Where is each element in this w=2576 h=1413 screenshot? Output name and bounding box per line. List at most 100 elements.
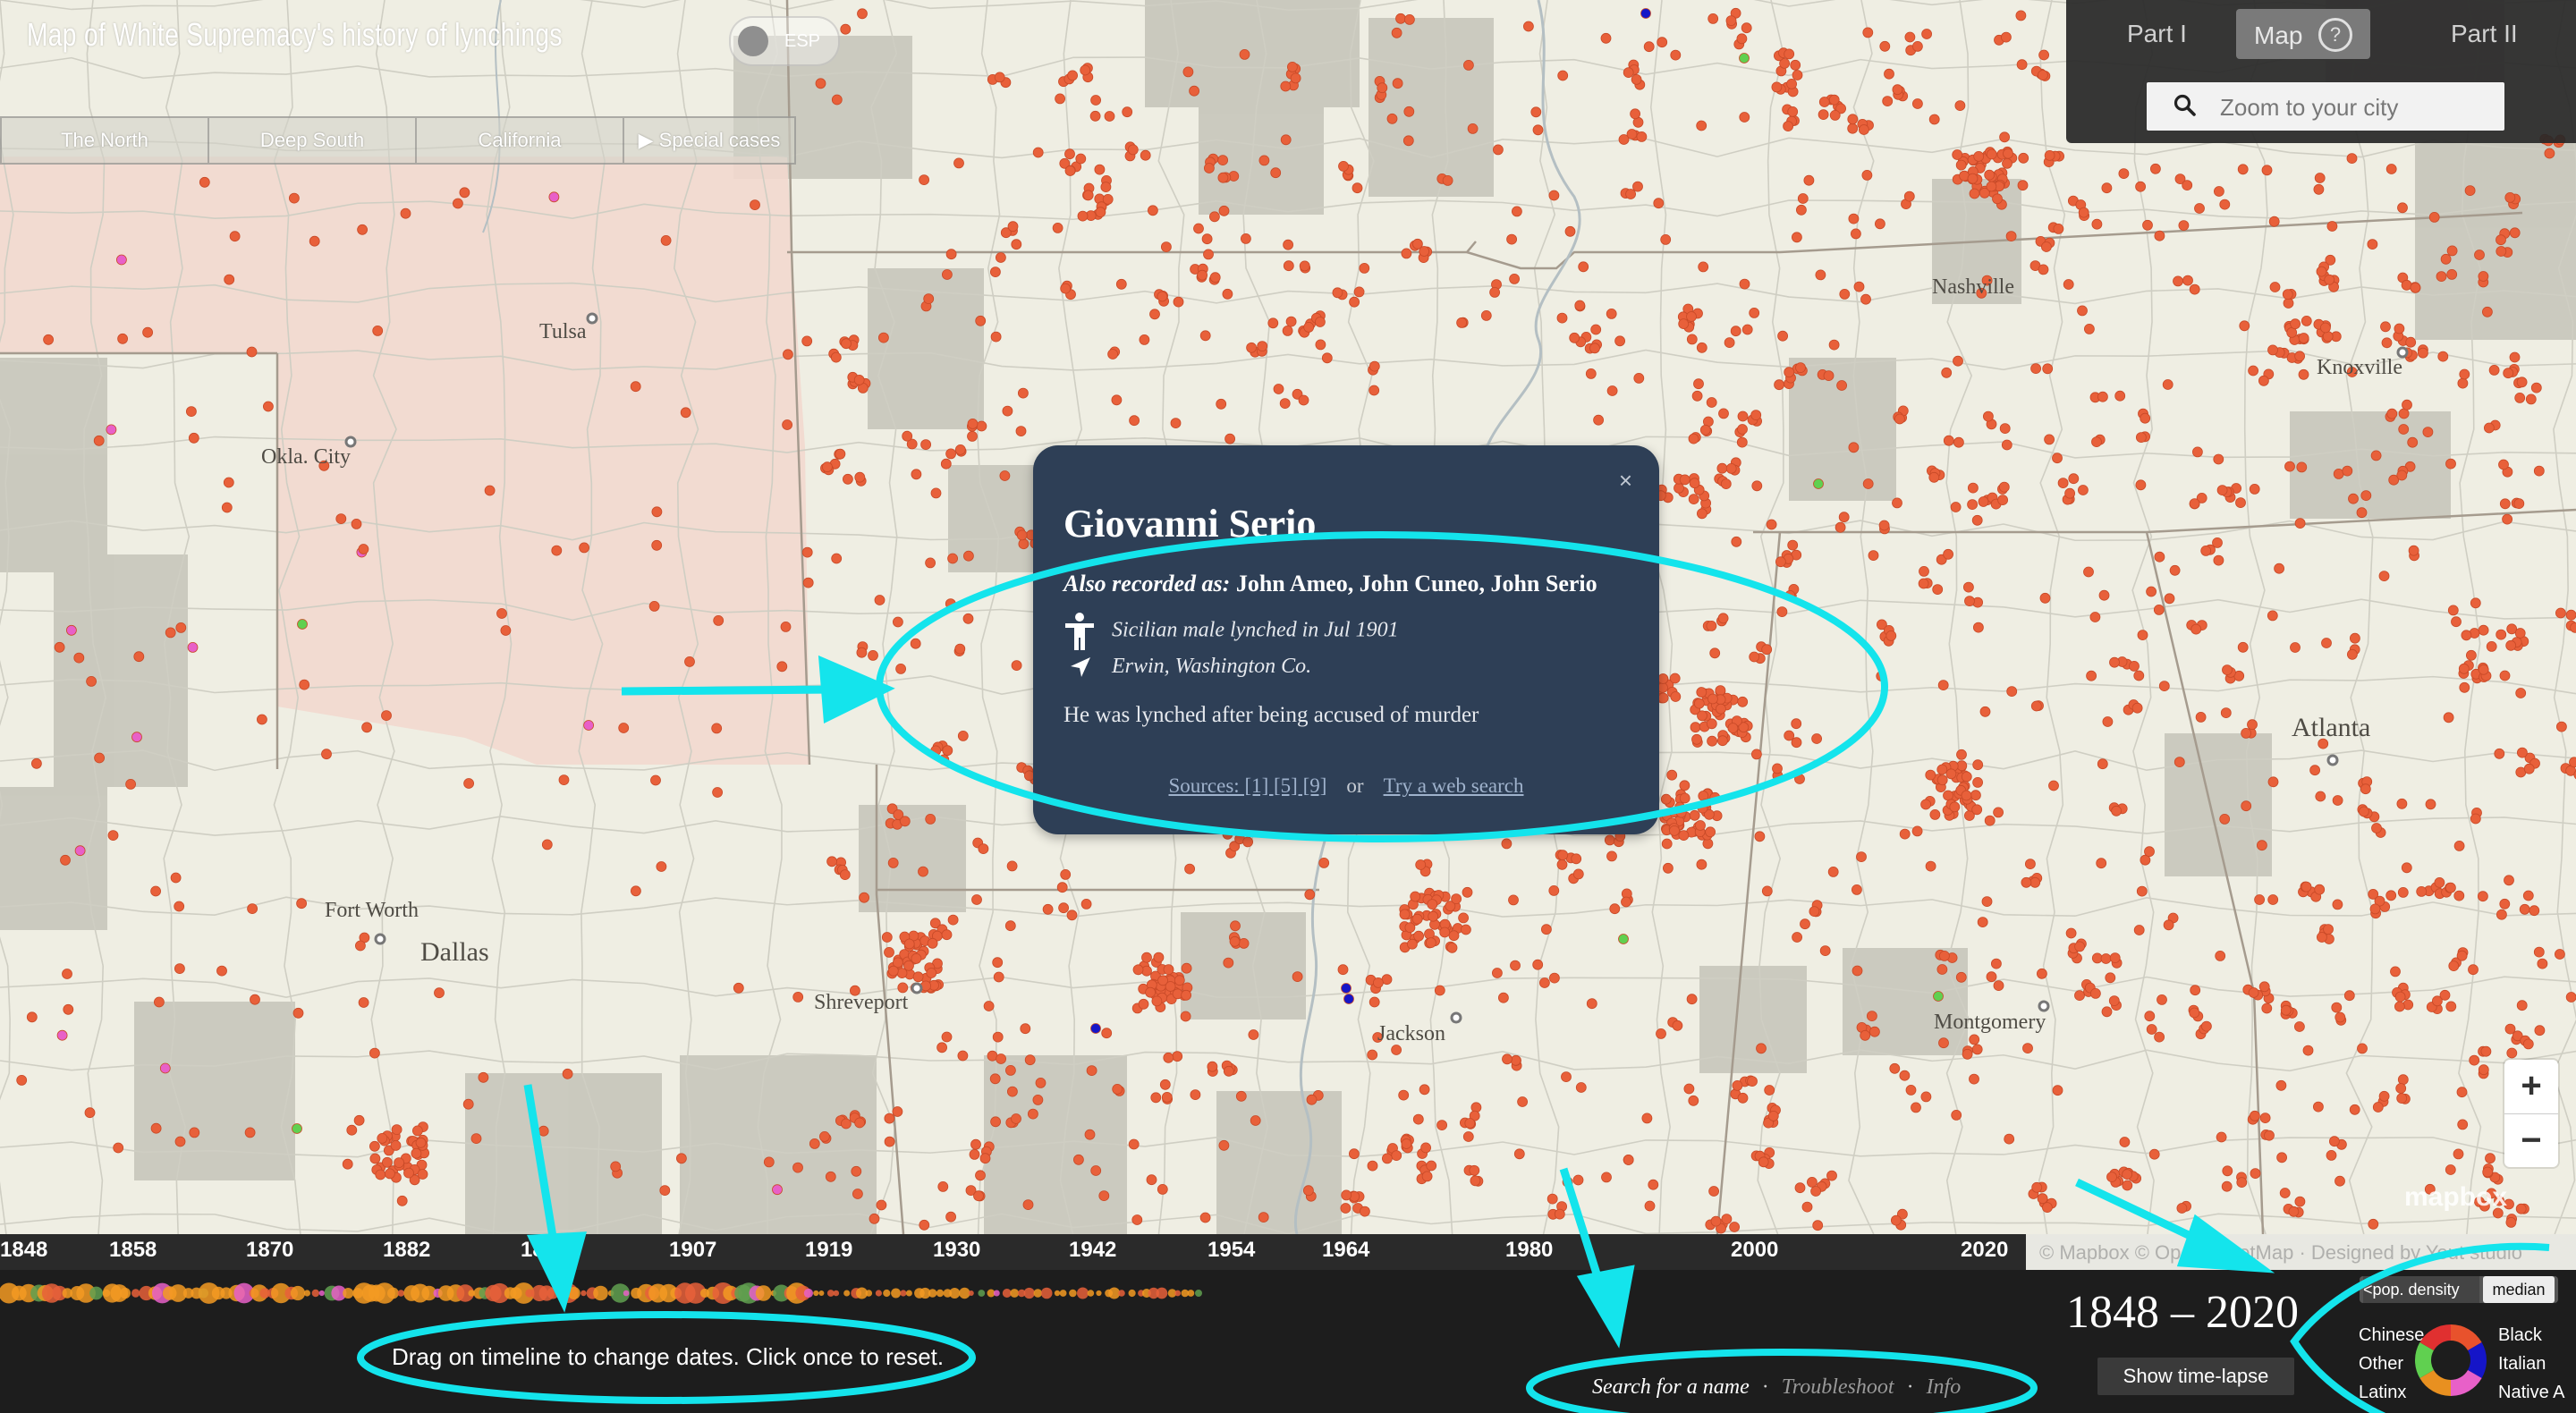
timeline-dot xyxy=(580,1290,587,1297)
separator: · xyxy=(1906,1375,1914,1399)
timeline-histogram[interactable] xyxy=(0,1272,2026,1316)
timeline-dot xyxy=(813,1290,819,1297)
timeline-year: 1870 xyxy=(246,1238,294,1262)
location-arrow-icon xyxy=(1071,657,1090,678)
also-recorded-as: Also recorded as: John Ameo, John Cuneo,… xyxy=(1063,571,1597,597)
timeline-dot xyxy=(891,1288,902,1299)
city-label-jackson: Jackson xyxy=(1377,1022,1445,1045)
timeline-dot xyxy=(936,1289,945,1298)
timeline-dot xyxy=(290,1285,306,1301)
map-attribution[interactable]: © Mapbox © OpenStreetMap · Designed by Y… xyxy=(2039,1241,2522,1265)
city-label-dallas: Dallas xyxy=(420,937,489,967)
timeline-dot xyxy=(1077,1287,1089,1299)
close-icon[interactable]: × xyxy=(1619,467,1632,495)
zoom-control: + − xyxy=(2504,1060,2558,1167)
timeline-year: 1848 xyxy=(0,1238,48,1262)
timeline-dot xyxy=(1023,1287,1035,1299)
victim-info-row: Sicilian male lynched in Jul 1901 xyxy=(1063,612,1399,651)
help-icon[interactable]: ? xyxy=(2318,18,2352,52)
timeline-dot xyxy=(843,1290,851,1297)
troubleshoot-link[interactable]: Troubleshoot xyxy=(1782,1375,1894,1399)
timeline-dot xyxy=(875,1290,883,1297)
nav-part-1-button[interactable]: Part I xyxy=(2127,20,2187,48)
timeline-dot xyxy=(311,1289,319,1298)
timeline-dot xyxy=(131,1289,140,1298)
timeline-dot xyxy=(1174,1290,1182,1297)
tab-special-cases[interactable]: ▶ Special cases xyxy=(624,118,794,163)
web-search-link[interactable]: Try a web search xyxy=(1384,774,1524,797)
timeline-dot xyxy=(993,1290,1000,1297)
city-label-atlanta: Atlanta xyxy=(2292,713,2371,742)
legend-italian: Italian xyxy=(2498,1354,2546,1374)
population-density-toggle[interactable]: <pop. density median xyxy=(2360,1276,2558,1303)
city-label-knoxville: Knoxville xyxy=(2317,356,2402,379)
victim-name: Giovanni Serio xyxy=(1063,502,1317,546)
timeline-year: 1942 xyxy=(1069,1238,1117,1262)
timeline-dot xyxy=(1096,1290,1102,1297)
sources-link[interactable]: Sources: [1] [5] [9] xyxy=(1168,774,1326,797)
city-label-tulsa: Tulsa xyxy=(539,320,587,343)
timeline-dot xyxy=(387,1287,399,1299)
timeline-dot xyxy=(755,1285,772,1301)
city-label-shreveport: Shreveport xyxy=(814,991,909,1014)
timeline-dot xyxy=(1195,1290,1202,1297)
timeline-dot xyxy=(1069,1289,1077,1298)
median-option[interactable]: median xyxy=(2483,1276,2555,1303)
nav-map-button[interactable]: Map ? xyxy=(2236,9,2370,59)
show-timelapse-button[interactable]: Show time-lapse xyxy=(2097,1358,2294,1395)
timeline-dot xyxy=(1054,1290,1061,1297)
timeline-year: 2000 xyxy=(1731,1238,1779,1262)
date-range: 1848 – 2020 xyxy=(2066,1287,2299,1338)
timeline-dot xyxy=(1040,1287,1053,1299)
info-link[interactable]: Info xyxy=(1927,1375,1962,1399)
mapbox-logo[interactable]: mapbox xyxy=(2404,1182,2507,1213)
timeline-dot xyxy=(303,1290,310,1297)
timeline-dot xyxy=(89,1286,103,1300)
timeline-hint: Drag on timeline to change dates. Click … xyxy=(392,1343,945,1370)
timeline-year: 1858 xyxy=(109,1238,157,1262)
city-label-fort-worth: Fort Worth xyxy=(325,899,419,922)
timeline-dot xyxy=(397,1290,405,1297)
timeline-year: 1980 xyxy=(1505,1238,1554,1262)
language-toggle[interactable]: ESP xyxy=(729,16,840,66)
timeline-dot xyxy=(803,1288,814,1299)
victim-popup: × Giovanni Serio Also recorded as: John … xyxy=(1033,445,1659,834)
aka-names: John Ameo, John Cuneo, John Serio xyxy=(1235,571,1597,597)
victim-location: Erwin, Washington Co. xyxy=(1112,655,1312,678)
timeline-year: 1930 xyxy=(933,1238,981,1262)
zoom-out-button[interactable]: − xyxy=(2504,1114,2558,1168)
toggle-knob xyxy=(738,26,768,56)
timeline-dot xyxy=(623,1290,630,1297)
timeline-dot xyxy=(119,1287,131,1299)
timeline-year-axis[interactable]: 1848 1858 1870 1882 1894 1907 1919 1930 … xyxy=(0,1234,2026,1270)
app-title: Map of White Supremacy's history of lync… xyxy=(27,16,563,53)
timeline-dot xyxy=(978,1290,986,1297)
timeline-dot xyxy=(905,1290,912,1297)
timeline-dot xyxy=(818,1290,825,1296)
aka-label: Also recorded as: xyxy=(1063,571,1231,597)
nav-part-2-button[interactable]: Part II xyxy=(2451,20,2518,48)
race-legend-ring[interactable] xyxy=(2412,1322,2489,1399)
search-name-link[interactable]: Search for a name xyxy=(1592,1375,1750,1399)
city-search-input[interactable] xyxy=(2218,82,2490,132)
timeline-dot xyxy=(547,1287,559,1299)
separator: · xyxy=(1761,1375,1769,1399)
language-toggle-label: ESP xyxy=(784,31,821,51)
victim-description: He was lynched after being accused of mu… xyxy=(1063,703,1479,727)
city-label-nashville: Nashville xyxy=(1932,275,2014,299)
timeline-dot xyxy=(900,1290,907,1297)
timeline-dot xyxy=(1118,1290,1125,1297)
zoom-in-button[interactable]: + xyxy=(2504,1060,2558,1114)
timeline-dot xyxy=(1128,1289,1136,1298)
legend-latinx: Latinx xyxy=(2359,1383,2407,1402)
timeline-year: 2020 xyxy=(1961,1238,2009,1262)
tab-deep-south[interactable]: Deep South xyxy=(209,118,417,163)
timeline-dot xyxy=(1033,1289,1043,1298)
region-tabs: The North Deep South California ▶ Specia… xyxy=(0,116,796,165)
tab-california[interactable]: California xyxy=(417,118,624,163)
tab-the-north[interactable]: The North xyxy=(2,118,209,163)
timeline-dot xyxy=(1087,1290,1095,1297)
timeline-dot xyxy=(318,1290,325,1297)
timeline-dot xyxy=(865,1290,873,1297)
pop-density-option[interactable]: <pop. density xyxy=(2363,1276,2479,1303)
